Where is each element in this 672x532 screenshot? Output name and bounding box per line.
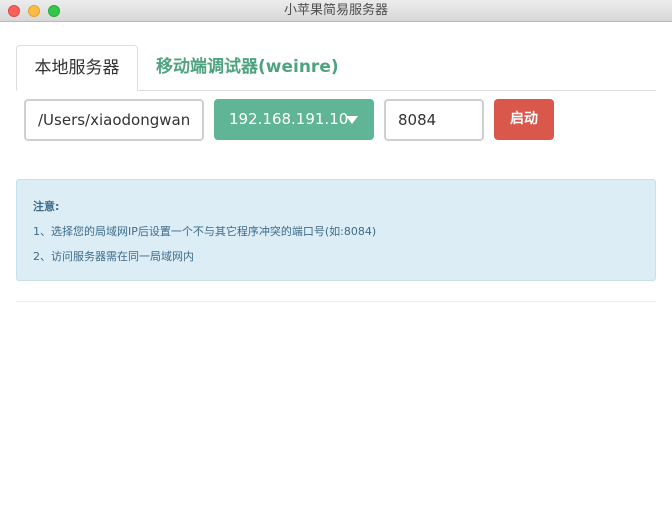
start-button[interactable]: 启动 xyxy=(494,99,554,140)
divider xyxy=(16,301,656,302)
tab-mobile-debugger[interactable]: 移动端调试器(weinre) xyxy=(156,45,339,91)
notice-heading: 注意: xyxy=(33,200,60,213)
window-title: 小苹果简易服务器 xyxy=(283,3,388,18)
caret-down-icon xyxy=(346,116,358,124)
port-input[interactable] xyxy=(384,99,484,141)
title-bar[interactable]: 小苹果简易服务器 xyxy=(0,0,672,22)
tab-local-server[interactable]: 本地服务器 xyxy=(16,45,138,91)
notice-box: 注意: 1、选择您的局域网IP后设置一个不与其它程序冲突的端口号(如:8084)… xyxy=(16,179,656,281)
notice-line: 1、选择您的局域网IP后设置一个不与其它程序冲突的端口号(如:8084) xyxy=(33,225,377,238)
ip-address-select[interactable]: 192.168.191.10 xyxy=(214,99,374,140)
notice-line: 2、访问服务器需在同一局域网内 xyxy=(33,250,194,263)
tab-bar: 本地服务器 移动端调试器(weinre) xyxy=(16,45,656,91)
directory-path-input[interactable] xyxy=(24,99,204,141)
ip-address-value: 192.168.191.10 xyxy=(229,110,349,128)
app-window: 小苹果简易服务器 本地服务器 移动端调试器(weinre) 192.168.19… xyxy=(0,0,672,532)
